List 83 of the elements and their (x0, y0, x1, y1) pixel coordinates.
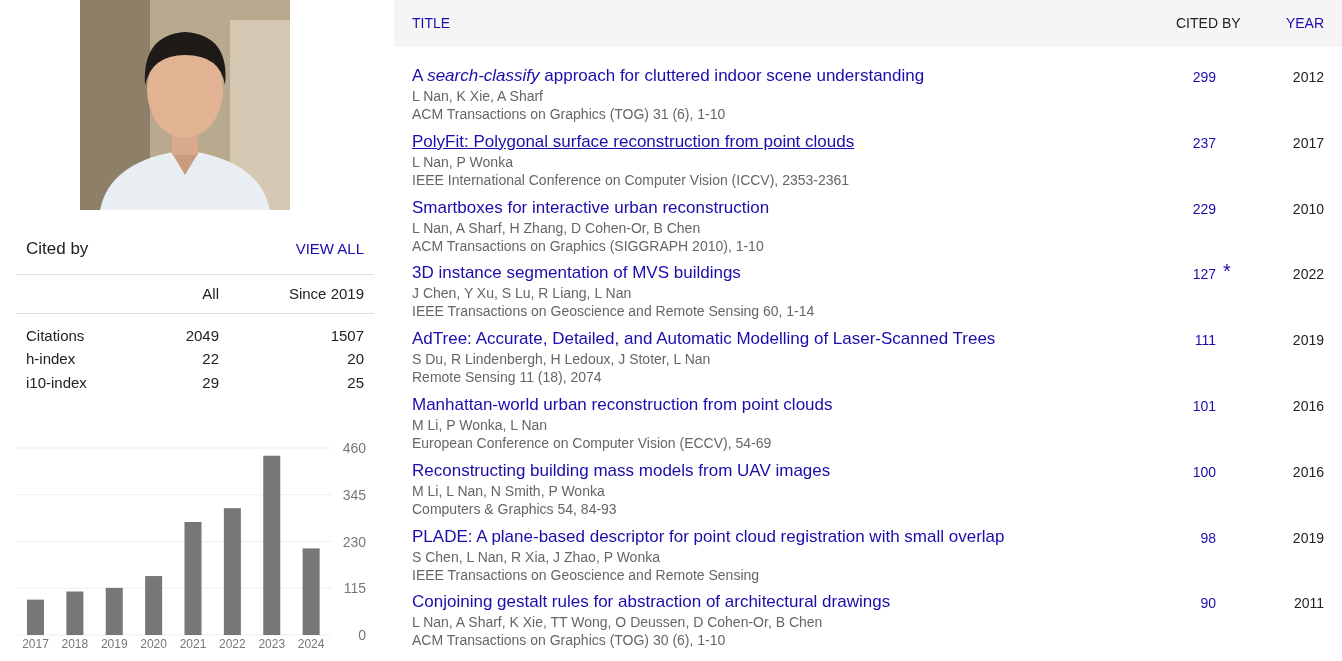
venue-text: ACM Transactions on Graphics (TOG) 31 (6), 1-10 (412, 105, 727, 123)
axis-tick-label: 2024 (297, 636, 325, 650)
article-title-link[interactable]: PLADE: A plane-based descriptor for point cloud registration with small overlap (412, 525, 1005, 548)
column-header[interactable]: CITED BY (1176, 13, 1276, 34)
axis-tick-label: 115 (343, 579, 366, 596)
venue-text: ACM Transactions on Graphics (TOG) 30 (6), 1-10 (412, 631, 727, 650)
stat-value: 20 (346, 349, 364, 369)
stat-value: 25 (346, 372, 364, 393)
citation-count-link[interactable]: 100 (1192, 461, 1216, 483)
column-header[interactable]: TITLE (412, 13, 1176, 34)
view-all-link[interactable]: VIEW ALL (295, 237, 364, 261)
year-text: 2010 (1291, 199, 1324, 219)
column-header[interactable]: YEAR (1276, 13, 1324, 34)
authors-text: J Chen, Y Xu, S Lu, R Liang, L Nan (412, 284, 633, 303)
venue-text: IEEE Transactions on Geoscience and Remote Sensing 60, 1-14 (412, 302, 816, 321)
authors-text: L Nan, A Sharf, K Xie, TT Wong, O Deussen, D Cohen-Or, B Chen (412, 613, 824, 632)
year-text: 2016 (1291, 462, 1324, 482)
authors-text: L Nan, A Sharf, H Zhang, D Cohen-Or, B Chen (412, 218, 702, 237)
article-title-link[interactable]: Reconstructing building mass models from UAV images (412, 459, 831, 482)
article-title-link[interactable]: Smartboxes for interactive urban reconstruction (412, 196, 770, 219)
citation-count-link[interactable]: 299 (1192, 67, 1216, 88)
stat-value: 2049 (184, 325, 219, 346)
year-text: 2022 (1291, 265, 1324, 285)
axis-tick-label: 345 (342, 486, 366, 503)
article-title-link[interactable]: A search-classify approach for cluttered indoor scene understanding (412, 65, 925, 87)
axis-tick-label: 2020 (140, 636, 167, 650)
citation-count-link[interactable]: 127 (1192, 264, 1216, 286)
axis-tick-label: 2023 (258, 636, 286, 650)
article-title-link[interactable]: 3D instance segmentation of MVS buildings (412, 262, 741, 285)
venue-text: IEEE Transactions on Geoscience and Remote Sensing (412, 565, 761, 584)
year-text: 2016 (1291, 397, 1324, 416)
citation-count-link[interactable]: 98 (1200, 527, 1216, 549)
authors-text: M Li, L Nan, N Smith, P Wonka (412, 481, 606, 500)
chart-bar[interactable] (263, 455, 281, 635)
venue-text: IEEE International Conference on Computer Vision (ICCV), 2353-2361 (412, 170, 851, 189)
axis-tick-label: 2017 (22, 636, 49, 650)
axis-tick-label: 230 (342, 533, 366, 549)
authors-text: M Li, P Wonka, L Nan (412, 416, 549, 434)
stat-label: i10-index (26, 372, 88, 393)
venue-text: Remote Sensing 11 (18), 2074 (412, 368, 603, 387)
axis-tick-label: 2018 (61, 636, 89, 650)
year-text: 2017 (1291, 133, 1324, 153)
axis-tick-label: 2019 (100, 636, 128, 650)
authors-text: S Du, R Lindenbergh, H Ledoux, J Stoter, L Nan (412, 350, 712, 369)
venue-text: European Conference on Computer Vision (ECCV), 54-69 (412, 434, 773, 452)
article-title-link[interactable]: Conjoining gestalt rules for abstraction of architectural drawings (412, 591, 891, 614)
citation-count-link[interactable]: 90 (1200, 593, 1216, 615)
authors-text: L Nan, P Wonka (412, 152, 514, 171)
axis-tick-label: 460 (342, 439, 366, 456)
stat-value: 29 (201, 372, 219, 393)
venue-text: ACM Transactions on Graphics (SIGGRAPH 2010), 1-10 (412, 236, 765, 255)
stat-value: 22 (201, 349, 219, 369)
article-title-link[interactable]: PolyFit: Polygonal surface reconstruction from point clouds (412, 130, 855, 153)
chart-bar[interactable] (145, 575, 163, 635)
asterisk-mark: * (1223, 259, 1231, 285)
section-title: Cited by (26, 238, 89, 261)
citation-count-link[interactable]: 111 (1194, 330, 1216, 352)
authors-text: L Nan, K Xie, A Sharf (412, 87, 544, 105)
column-header: Since 2019 (287, 283, 364, 304)
chart-bar[interactable] (223, 507, 241, 635)
year-text: 2019 (1291, 528, 1324, 548)
stat-label: Citations (26, 325, 86, 346)
stat-value: 1507 (329, 325, 364, 346)
chart-bar[interactable] (66, 591, 84, 635)
chart-bar[interactable] (184, 521, 202, 635)
citation-count-link[interactable]: 101 (1192, 396, 1216, 417)
chart-bar[interactable] (105, 587, 123, 635)
year-text: 2011 (1292, 594, 1324, 614)
article-title-link[interactable]: Manhattan-world urban reconstruction from point clouds (412, 394, 833, 416)
column-header: All (201, 283, 219, 304)
axis-tick-label: 2022 (219, 636, 246, 650)
article-title-link[interactable]: AdTree: Accurate, Detailed, and Automatic Modelling of Laser-Scanned Trees (412, 328, 996, 351)
axis-tick-label: 2021 (179, 636, 207, 650)
year-text: 2019 (1291, 331, 1324, 351)
citation-count-link[interactable]: 237 (1192, 132, 1216, 154)
chart-bar[interactable] (302, 547, 320, 635)
axis-tick-label: 0 (358, 626, 366, 643)
venue-text: Computers & Graphics 54, 84-93 (412, 499, 618, 518)
authors-text: S Chen, L Nan, R Xia, J Zhao, P Wonka (412, 547, 661, 566)
citation-count-link[interactable]: 229 (1192, 198, 1216, 220)
stat-label: h-index (26, 349, 77, 369)
chart-bar[interactable] (27, 599, 44, 635)
year-text: 2012 (1291, 68, 1324, 87)
